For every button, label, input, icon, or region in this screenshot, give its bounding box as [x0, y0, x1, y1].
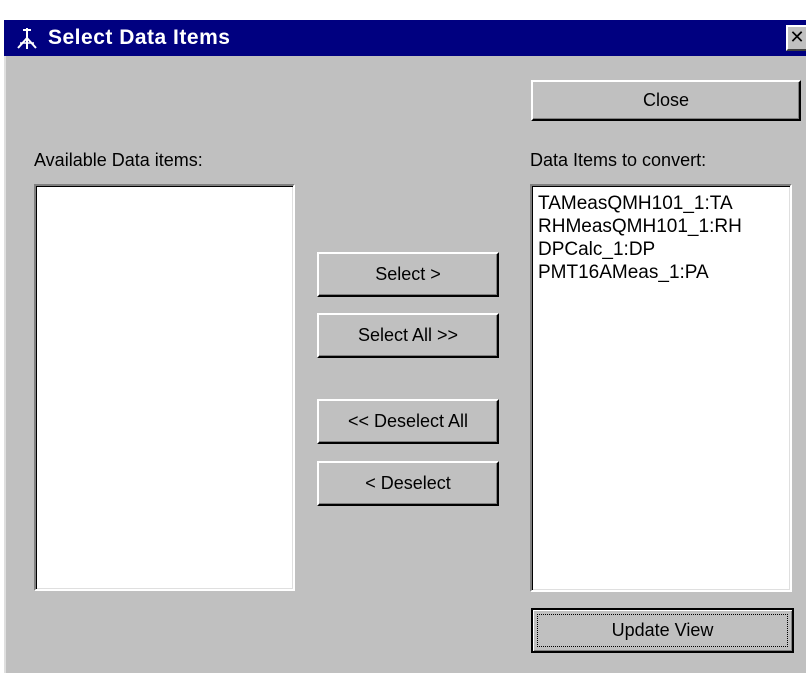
items-to-convert-label: Data Items to convert:: [530, 150, 707, 170]
update-view-button[interactable]: Update View: [531, 608, 794, 653]
list-item[interactable]: PMT16AMeas_1:PA: [538, 261, 790, 284]
available-items-label: Available Data items:: [34, 150, 203, 170]
list-item[interactable]: RHMeasQMH101_1:RH: [538, 215, 790, 238]
deselect-all-button[interactable]: << Deselect All: [317, 399, 499, 444]
items-to-convert: TAMeasQMH101_1:TA RHMeasQMH101_1:RH DPCa…: [532, 186, 790, 284]
select-all-button[interactable]: Select All >>: [317, 313, 499, 358]
available-items: [36, 186, 293, 192]
items-to-convert-list[interactable]: TAMeasQMH101_1:TA RHMeasQMH101_1:RH DPCa…: [530, 184, 792, 592]
select-button[interactable]: Select >: [317, 252, 499, 297]
tripod-tool-icon: [14, 25, 40, 51]
close-button[interactable]: Close: [531, 80, 801, 121]
available-items-list[interactable]: [34, 184, 295, 591]
deselect-button[interactable]: < Deselect: [317, 461, 499, 506]
list-item[interactable]: TAMeasQMH101_1:TA: [538, 192, 790, 215]
window-title: Select Data Items: [48, 26, 231, 49]
title-bar[interactable]: Select Data Items ✕: [4, 20, 806, 56]
close-icon[interactable]: ✕: [786, 25, 806, 51]
list-item[interactable]: DPCalc_1:DP: [538, 238, 790, 261]
update-view-label: Update View: [611, 620, 714, 640]
